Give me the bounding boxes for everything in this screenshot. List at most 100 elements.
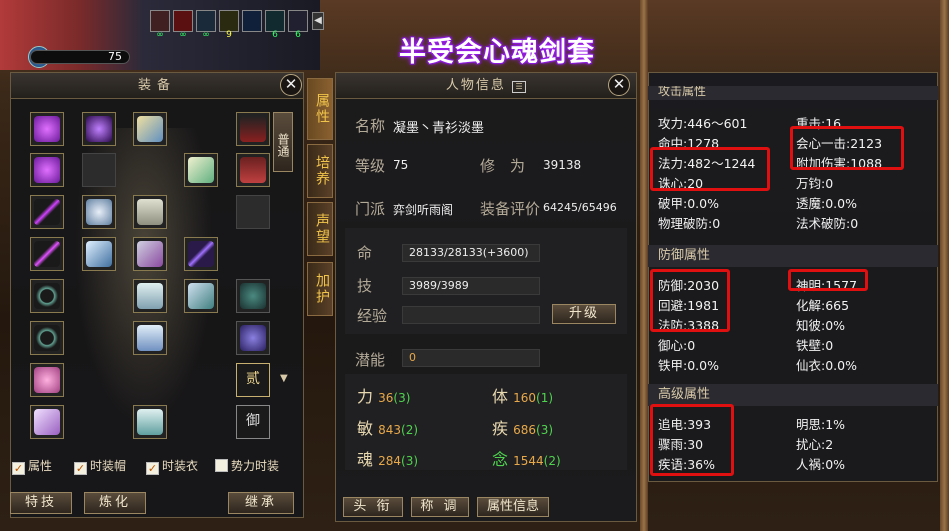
special-skill-button[interactable]: 特技 bbox=[10, 492, 72, 514]
attr-swift: 疾 686(3) bbox=[492, 415, 553, 439]
slot-page-button-2[interactable]: 贰 bbox=[236, 363, 270, 397]
mount-slot[interactable] bbox=[236, 279, 270, 313]
stat-yuxin: 御心:0 bbox=[658, 338, 696, 353]
buff-stack: 9 bbox=[226, 30, 232, 40]
stat-renhuo: 人祸:0% bbox=[796, 457, 846, 472]
banner-title: 半受会心魂剑套 bbox=[399, 37, 595, 68]
equip-slot[interactable] bbox=[30, 321, 64, 355]
fashion-slot-empty[interactable] bbox=[236, 195, 270, 229]
equip-slot[interactable] bbox=[30, 237, 64, 271]
equip-slot[interactable] bbox=[82, 237, 116, 271]
stat-mingsi: 明思:1% bbox=[796, 417, 846, 432]
character-info-close-button[interactable]: ✕ bbox=[608, 74, 630, 96]
potential-label: 潜能 bbox=[355, 351, 386, 369]
attribute-info-button[interactable]: 属性信息 bbox=[477, 497, 549, 517]
stat-spell-penetration: 法术破防:0 bbox=[796, 216, 859, 231]
stat-resolve: 化解:665 bbox=[796, 298, 850, 313]
attr-label: 力 bbox=[357, 387, 374, 406]
buff-stack: 6 bbox=[295, 30, 301, 40]
buff-duration: ∞ bbox=[179, 30, 187, 40]
buff-icon[interactable] bbox=[219, 10, 239, 32]
cultivation-label: 修 为 bbox=[480, 157, 526, 175]
buff-icon[interactable] bbox=[196, 10, 216, 32]
attr-body: 体 160(1) bbox=[492, 383, 553, 407]
attr-value: 843(2) bbox=[378, 423, 419, 437]
slot-page-button-guard[interactable]: 御 bbox=[236, 405, 270, 439]
checkbox-label: 属性 bbox=[28, 459, 53, 473]
fashion-slot[interactable] bbox=[236, 153, 270, 187]
equip-slot[interactable] bbox=[30, 279, 64, 313]
fashion-slot[interactable] bbox=[236, 112, 270, 146]
inherit-button[interactable]: 继承 bbox=[228, 492, 294, 514]
equipment-panel-title: 装备 bbox=[11, 73, 303, 99]
tab-cultivate[interactable]: 培养 bbox=[307, 144, 333, 198]
attr-label: 魂 bbox=[357, 450, 374, 469]
equip-slot[interactable] bbox=[30, 153, 64, 187]
appellation-button[interactable]: 称 调 bbox=[411, 497, 469, 517]
stat-physical-penetration: 物理破防:0 bbox=[658, 216, 721, 231]
level-label: 等级 bbox=[355, 157, 386, 175]
dropdown-arrow-icon[interactable]: ▼ bbox=[280, 373, 288, 384]
buff-icon[interactable] bbox=[288, 10, 308, 32]
equip-slot[interactable] bbox=[82, 195, 116, 229]
stat-iron-wall: 铁壁:0 bbox=[796, 338, 834, 353]
equip-slot[interactable] bbox=[133, 405, 167, 439]
sect-value: 弈剑听雨阁 bbox=[393, 203, 454, 217]
attr-agility: 敏 843(2) bbox=[357, 415, 418, 439]
equip-slot-empty[interactable] bbox=[82, 153, 116, 187]
highlight-crit-extra-damage bbox=[790, 126, 904, 170]
buff-icon[interactable] bbox=[150, 10, 170, 32]
equip-slot[interactable] bbox=[82, 112, 116, 146]
checkbox-faction-fashion[interactable]: 势力时装 bbox=[215, 457, 279, 474]
stat-armor-break: 破甲:0.0% bbox=[658, 196, 719, 211]
buff-icon[interactable] bbox=[265, 10, 285, 32]
checkbox-check-icon: ✓ bbox=[146, 462, 159, 475]
character-name: 凝墨丶青衫淡墨 bbox=[393, 121, 485, 136]
equip-slot[interactable] bbox=[133, 195, 167, 229]
highlight-magic-zhuxin bbox=[650, 147, 770, 191]
equip-slot[interactable] bbox=[133, 321, 167, 355]
buff-icon[interactable] bbox=[173, 10, 193, 32]
stat-raoxin: 扰心:2 bbox=[796, 437, 834, 452]
checkbox-fashion-hat[interactable]: ✓ 时装帽 bbox=[74, 457, 126, 475]
attr-label: 念 bbox=[492, 450, 509, 469]
equip-slot[interactable] bbox=[184, 237, 218, 271]
equipment-close-button[interactable]: ✕ bbox=[280, 74, 302, 96]
checkbox-label: 势力时装 bbox=[231, 459, 280, 473]
equip-slot[interactable] bbox=[30, 405, 64, 439]
checkbox-fashion-clothes[interactable]: ✓ 时装衣 bbox=[146, 457, 198, 475]
life-value: 28133/28133(+3600) bbox=[402, 244, 540, 262]
attr-label: 疾 bbox=[492, 419, 509, 438]
buff-duration: ∞ bbox=[156, 30, 164, 40]
equip-slot[interactable] bbox=[30, 195, 64, 229]
buff-icon[interactable] bbox=[242, 10, 262, 32]
character-info-header: 人物信息 ☰ bbox=[336, 73, 636, 99]
equip-slot[interactable] bbox=[184, 279, 218, 313]
title-button[interactable]: 头 衔 bbox=[343, 497, 403, 517]
list-icon[interactable]: ☰ bbox=[512, 81, 527, 93]
collapse-arrow-icon[interactable]: ◀ bbox=[312, 12, 324, 30]
buff-duration: ∞ bbox=[202, 30, 210, 40]
scene-pillar bbox=[640, 0, 648, 531]
level-up-button[interactable]: 升级 bbox=[552, 304, 616, 324]
tab-reputation[interactable]: 声望 bbox=[307, 202, 333, 256]
pet-slot[interactable] bbox=[236, 321, 270, 355]
equip-slot[interactable] bbox=[30, 363, 64, 397]
attr-label: 敏 bbox=[357, 419, 374, 438]
equip-slot[interactable] bbox=[30, 112, 64, 146]
refine-button[interactable]: 炼化 bbox=[84, 492, 146, 514]
equip-score-value: 64245/65496 bbox=[543, 201, 617, 214]
equip-slot[interactable] bbox=[133, 279, 167, 313]
normal-mode-toggle[interactable]: 普通 bbox=[273, 112, 293, 172]
player-level: 75 bbox=[108, 50, 122, 63]
tab-attributes[interactable]: 属性 bbox=[307, 78, 333, 140]
equip-slot[interactable] bbox=[133, 112, 167, 146]
tab-protection[interactable]: 加护 bbox=[307, 262, 333, 316]
checkbox-attributes[interactable]: ✓ 属性 bbox=[12, 457, 52, 475]
equip-slot[interactable] bbox=[133, 237, 167, 271]
skill-label: 技 bbox=[357, 277, 373, 295]
potential-value: 0 bbox=[402, 349, 540, 367]
attr-mind: 念 1544(2) bbox=[492, 446, 561, 470]
equip-slot[interactable] bbox=[184, 153, 218, 187]
attr-soul: 魂 284(3) bbox=[357, 446, 418, 470]
